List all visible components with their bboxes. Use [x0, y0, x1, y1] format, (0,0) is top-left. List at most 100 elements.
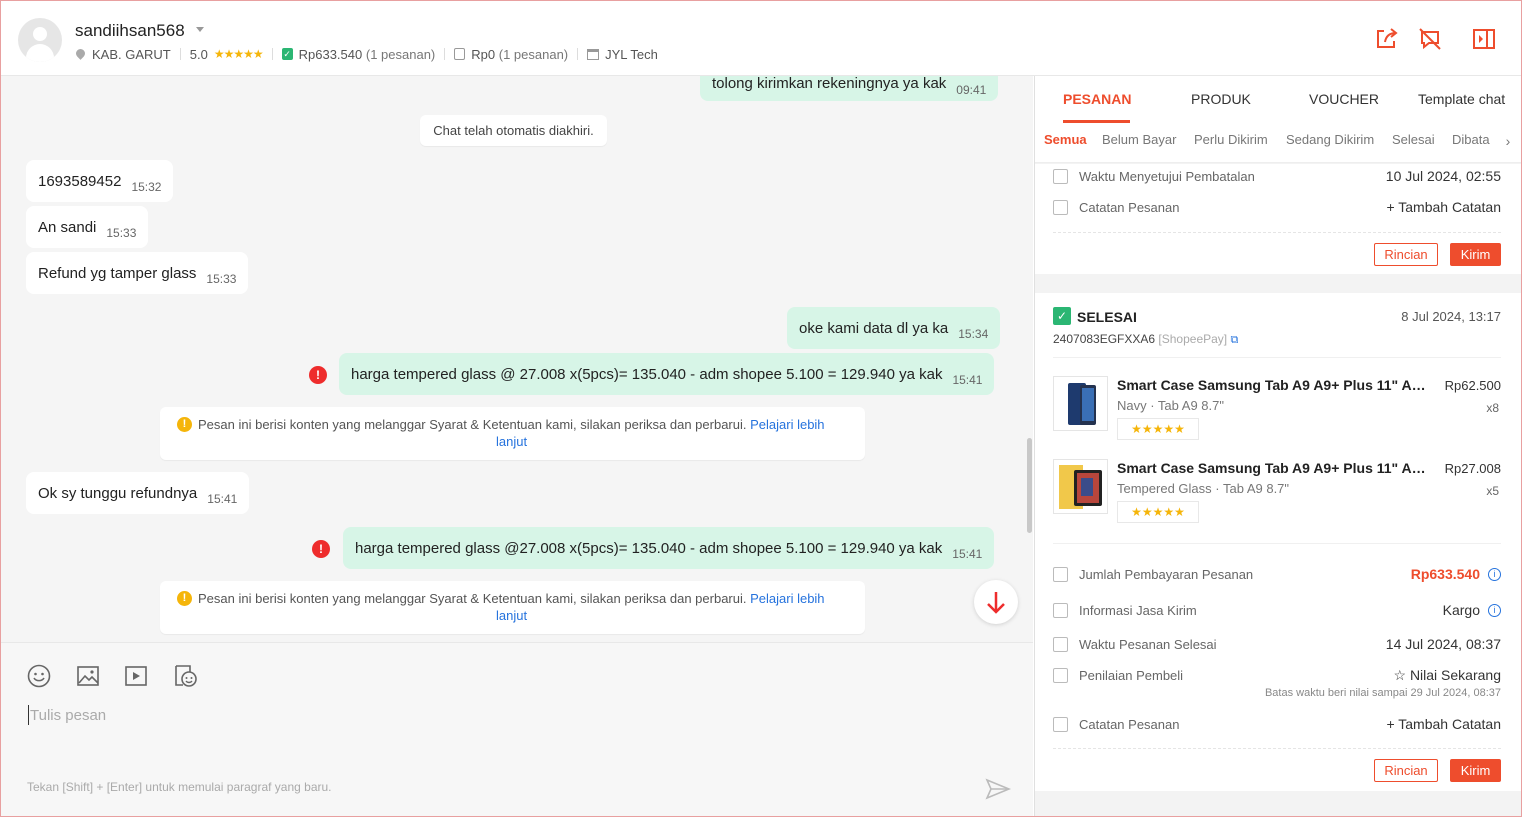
- product-image[interactable]: [1053, 459, 1108, 514]
- paid-orders: (1 pesanan): [365, 46, 436, 62]
- warning-icon: !: [177, 417, 192, 432]
- buyer-location: KAB. GARUT: [92, 46, 171, 62]
- product-image[interactable]: [1053, 376, 1108, 431]
- message-outgoing[interactable]: oke kami data dl ya ka 15:34: [787, 307, 1001, 349]
- completed-time-row: Waktu Pesanan Selesai 14 Jul 2024, 08:37: [1053, 636, 1501, 652]
- rating-deadline: Batas waktu beri nilai sampai 29 Jul 202…: [1264, 687, 1501, 699]
- add-note-link[interactable]: + Tambah Catatan: [1386, 716, 1501, 732]
- unpaid-icon: [454, 48, 466, 60]
- composer: Tekan [Shift] + [Enter] untuk memulai pa…: [0, 642, 1033, 817]
- tab-voucher[interactable]: VOUCHER: [1309, 91, 1379, 107]
- message-outgoing[interactable]: tolong kirimkan rekeningnya ya kak 09:41: [700, 76, 999, 101]
- completed-icon: ✓: [1053, 307, 1071, 325]
- subtab-perlu-dikirim[interactable]: Perlu Dikirim: [1194, 132, 1268, 147]
- detail-button[interactable]: Rincian: [1374, 759, 1438, 782]
- send-order-button[interactable]: Kirim: [1450, 243, 1501, 266]
- product-name[interactable]: Smart Case Samsung Tab A9 A9+ Plus 11" A…: [1117, 377, 1429, 393]
- buyer-rating: 5.0: [189, 46, 208, 62]
- chat-header: sandiihsan568 KAB. GARUT 5.0 ★★★★★ ✓ Rp6…: [0, 0, 1522, 76]
- chat-messages[interactable]: tolong kirimkan rekeningnya ya kak 09:41 …: [0, 76, 1033, 642]
- tab-pesanan[interactable]: PESANAN: [1063, 91, 1131, 107]
- error-icon[interactable]: !: [312, 540, 330, 558]
- order-note-row: Catatan Pesanan + Tambah Catatan: [1053, 199, 1501, 215]
- video-icon[interactable]: [123, 663, 149, 689]
- paid-icon: ✓: [281, 48, 293, 60]
- emoji-icon[interactable]: [26, 663, 52, 689]
- product-name[interactable]: Smart Case Samsung Tab A9 A9+ Plus 11" A…: [1117, 460, 1429, 476]
- image-icon[interactable]: [75, 663, 101, 689]
- unpaid-total: Rp0: [471, 46, 496, 62]
- message-outgoing-failed[interactable]: harga tempered glass @ 27.008 x(5pcs)= 1…: [339, 353, 995, 395]
- message-incoming[interactable]: An sandi 15:33: [26, 206, 149, 248]
- buyer-rating-row: Penilaian Pembeli ☆ Nilai Sekarang: [1053, 667, 1501, 684]
- detail-button[interactable]: Rincian: [1374, 243, 1438, 266]
- learn-more-link[interactable]: Pelajari lebih: [750, 591, 824, 606]
- panel-tabs: PESANAN PRODUK VOUCHER Template chat: [1035, 76, 1522, 123]
- chevron-right-icon[interactable]: ›: [1493, 123, 1522, 162]
- subtab-selesai[interactable]: Selesai: [1392, 132, 1435, 147]
- note-icon: [1053, 199, 1068, 215]
- learn-more-link-cont[interactable]: lanjut: [496, 434, 527, 449]
- username[interactable]: sandiihsan568: [75, 21, 185, 41]
- product-variant: Navy · Tab A9 8.7": [1117, 398, 1224, 413]
- payment-row: Jumlah Pembayaran Pesanan Rp633.540 i: [1053, 566, 1501, 582]
- tab-template-chat[interactable]: Template chat: [1418, 91, 1505, 107]
- order-panel: PESANAN PRODUK VOUCHER Template chat Sem…: [1034, 76, 1522, 817]
- share-icon[interactable]: [1373, 26, 1399, 52]
- product-qty: x8: [1486, 401, 1499, 415]
- shop-name: JYL Tech: [605, 46, 658, 62]
- rating-icon: [1053, 668, 1068, 683]
- message-outgoing-failed[interactable]: harga tempered glass @27.008 x(5pcs)= 13…: [343, 527, 995, 569]
- avatar[interactable]: [18, 18, 62, 62]
- product-qty: x5: [1486, 484, 1499, 498]
- message-incoming[interactable]: Ok sy tunggu refundnya 15:41: [26, 472, 250, 514]
- product-rating: ★★★★★: [1117, 501, 1199, 523]
- product-price: Rp62.500: [1444, 378, 1501, 393]
- rate-now-link[interactable]: ☆ Nilai Sekarang: [1393, 667, 1501, 684]
- collapse-panel-icon[interactable]: [1471, 26, 1497, 52]
- calendar-icon: [1053, 636, 1068, 652]
- subtab-sedang-dikirim[interactable]: Sedang Dikirim: [1286, 132, 1374, 147]
- order-note-row: Catatan Pesanan + Tambah Catatan: [1053, 716, 1501, 732]
- product-price: Rp27.008: [1444, 461, 1501, 476]
- scroll-down-button[interactable]: [974, 580, 1018, 624]
- chat-scrollbar[interactable]: [1027, 438, 1032, 533]
- info-icon[interactable]: i: [1488, 603, 1501, 617]
- add-note-link[interactable]: + Tambah Catatan: [1386, 199, 1501, 215]
- order-status: SELESAI: [1077, 309, 1137, 325]
- clock-icon: [1053, 168, 1068, 184]
- order-card: Waktu Menyetujui Pembatalan 10 Jul 2024,…: [1035, 164, 1522, 274]
- truck-icon: [1053, 602, 1068, 618]
- message-incoming[interactable]: Refund yg tamper glass 15:33: [26, 252, 249, 294]
- composer-hint: Tekan [Shift] + [Enter] untuk memulai pa…: [27, 780, 332, 794]
- payment-icon: [1053, 566, 1068, 582]
- sticker-icon[interactable]: [172, 663, 198, 689]
- note-icon: [1053, 716, 1068, 732]
- send-order-button[interactable]: Kirim: [1450, 759, 1501, 782]
- learn-more-link[interactable]: Pelajari lebih: [750, 417, 824, 432]
- chevron-down-icon[interactable]: [196, 27, 204, 32]
- policy-warning: ! Pesan ini berisi konten yang melanggar…: [160, 581, 865, 634]
- order-id[interactable]: 2407083EGFXXA6 [ShopeePay] ⧉: [1053, 332, 1238, 347]
- order-date: 8 Jul 2024, 13:17: [1401, 309, 1501, 324]
- subtab-dibatalkan[interactable]: Dibata: [1452, 132, 1490, 147]
- learn-more-link-cont[interactable]: lanjut: [496, 608, 527, 623]
- external-link-icon[interactable]: ⧉: [1230, 334, 1238, 346]
- product-variant: Tempered Glass · Tab A9 8.7": [1117, 481, 1290, 496]
- order-card: ✓ SELESAI 8 Jul 2024, 13:17 2407083EGFXX…: [1035, 293, 1522, 791]
- send-icon[interactable]: [985, 778, 1012, 800]
- rating-stars: ★★★★★: [213, 47, 264, 61]
- info-icon[interactable]: i: [1488, 567, 1501, 581]
- policy-warning: ! Pesan ini berisi konten yang melanggar…: [160, 407, 865, 460]
- paid-total: Rp633.540: [298, 46, 363, 62]
- error-icon[interactable]: !: [309, 366, 327, 384]
- tab-produk[interactable]: PRODUK: [1191, 91, 1251, 107]
- order-status-filter: Semua Belum Bayar Perlu Dikirim Sedang D…: [1035, 123, 1522, 163]
- subtab-belum-bayar[interactable]: Belum Bayar: [1102, 132, 1176, 147]
- message-input[interactable]: [28, 705, 928, 725]
- subtab-semua[interactable]: Semua: [1044, 132, 1087, 147]
- product-rating: ★★★★★: [1117, 418, 1199, 440]
- block-chat-icon[interactable]: [1417, 26, 1443, 52]
- message-incoming[interactable]: 1693589452 15:32: [26, 160, 174, 202]
- shipping-row: Informasi Jasa Kirim Kargo i: [1053, 602, 1501, 618]
